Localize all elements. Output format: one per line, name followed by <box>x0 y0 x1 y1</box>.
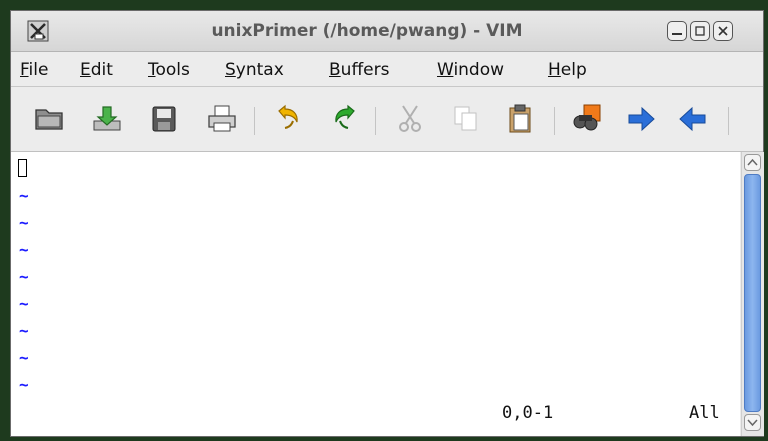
empty-line-marker: ~ <box>19 348 29 367</box>
menu-help-mnemonic: H <box>548 60 561 80</box>
find-replace-icon[interactable] <box>569 101 605 137</box>
redo-icon[interactable] <box>326 101 362 137</box>
copy-icon[interactable] <box>448 101 484 137</box>
empty-line-marker: ~ <box>19 294 29 313</box>
scroll-down-icon[interactable] <box>744 414 761 431</box>
open-icon[interactable] <box>31 101 67 137</box>
maximize-icon[interactable] <box>690 21 710 41</box>
text-cursor <box>18 159 27 177</box>
vertical-scrollbar[interactable] <box>741 152 764 436</box>
menu-edit-label: dit <box>90 60 113 80</box>
empty-line-marker: ~ <box>19 267 29 286</box>
menu-syntax-mnemonic: S <box>225 60 236 80</box>
ruler-position: 0,0-1 <box>502 403 554 423</box>
menu-help[interactable]: Help <box>548 60 587 80</box>
menu-tools[interactable]: Tools <box>148 60 190 80</box>
scroll-up-icon[interactable] <box>744 154 761 171</box>
empty-line-marker: ~ <box>19 375 29 394</box>
menu-bar: File Edit Tools Syntax Buffers Window He… <box>11 52 763 87</box>
scroll-thumb[interactable] <box>744 174 761 412</box>
minimize-icon[interactable] <box>667 21 687 41</box>
back-icon[interactable] <box>675 101 711 137</box>
forward-icon[interactable] <box>623 101 659 137</box>
vim-window: unixPrimer (/home/pwang) - VIM File Edit… <box>10 10 764 437</box>
ruler-scroll: All <box>689 403 720 423</box>
menu-buffers[interactable]: Buffers <box>329 60 389 80</box>
empty-line-marker: ~ <box>19 240 29 259</box>
menu-window[interactable]: Window <box>437 60 504 80</box>
empty-line-marker: ~ <box>19 213 29 232</box>
menu-syntax[interactable]: Syntax <box>225 60 284 80</box>
toolbar-separator <box>728 107 729 135</box>
empty-line-marker: ~ <box>19 186 29 205</box>
menu-edit[interactable]: Edit <box>80 60 113 80</box>
save-icon[interactable] <box>89 101 125 137</box>
print-icon[interactable] <box>204 101 240 137</box>
menu-buffers-label: uffers <box>340 60 390 80</box>
menu-syntax-label: yntax <box>235 60 284 80</box>
menu-file-label: ile <box>28 60 49 80</box>
toolbar-separator <box>375 107 376 135</box>
cut-icon[interactable] <box>392 101 428 137</box>
menu-tools-label: ools <box>155 60 190 80</box>
window-title: unixPrimer (/home/pwang) - VIM <box>211 21 523 41</box>
menu-window-label: indow <box>453 60 505 80</box>
editor-area[interactable]: ~ ~ ~ ~ ~ ~ ~ ~ 0,0-1 All <box>11 152 740 436</box>
menu-help-label: elp <box>560 60 587 80</box>
menu-file[interactable]: File <box>20 60 48 80</box>
toolbar-separator <box>254 107 255 135</box>
title-bar[interactable]: unixPrimer (/home/pwang) - VIM <box>11 11 763 52</box>
menu-edit-mnemonic: E <box>80 60 91 80</box>
menu-window-mnemonic: W <box>437 60 454 80</box>
close-icon[interactable] <box>713 21 733 41</box>
save-all-icon[interactable] <box>146 101 182 137</box>
menu-tools-mnemonic: T <box>148 60 156 80</box>
undo-icon[interactable] <box>271 101 307 137</box>
toolbar <box>11 87 763 152</box>
menu-buffers-mnemonic: B <box>329 60 341 80</box>
paste-icon[interactable] <box>502 101 538 137</box>
menu-file-mnemonic: F <box>20 60 29 80</box>
toolbar-separator <box>554 107 555 135</box>
empty-line-marker: ~ <box>19 321 29 340</box>
